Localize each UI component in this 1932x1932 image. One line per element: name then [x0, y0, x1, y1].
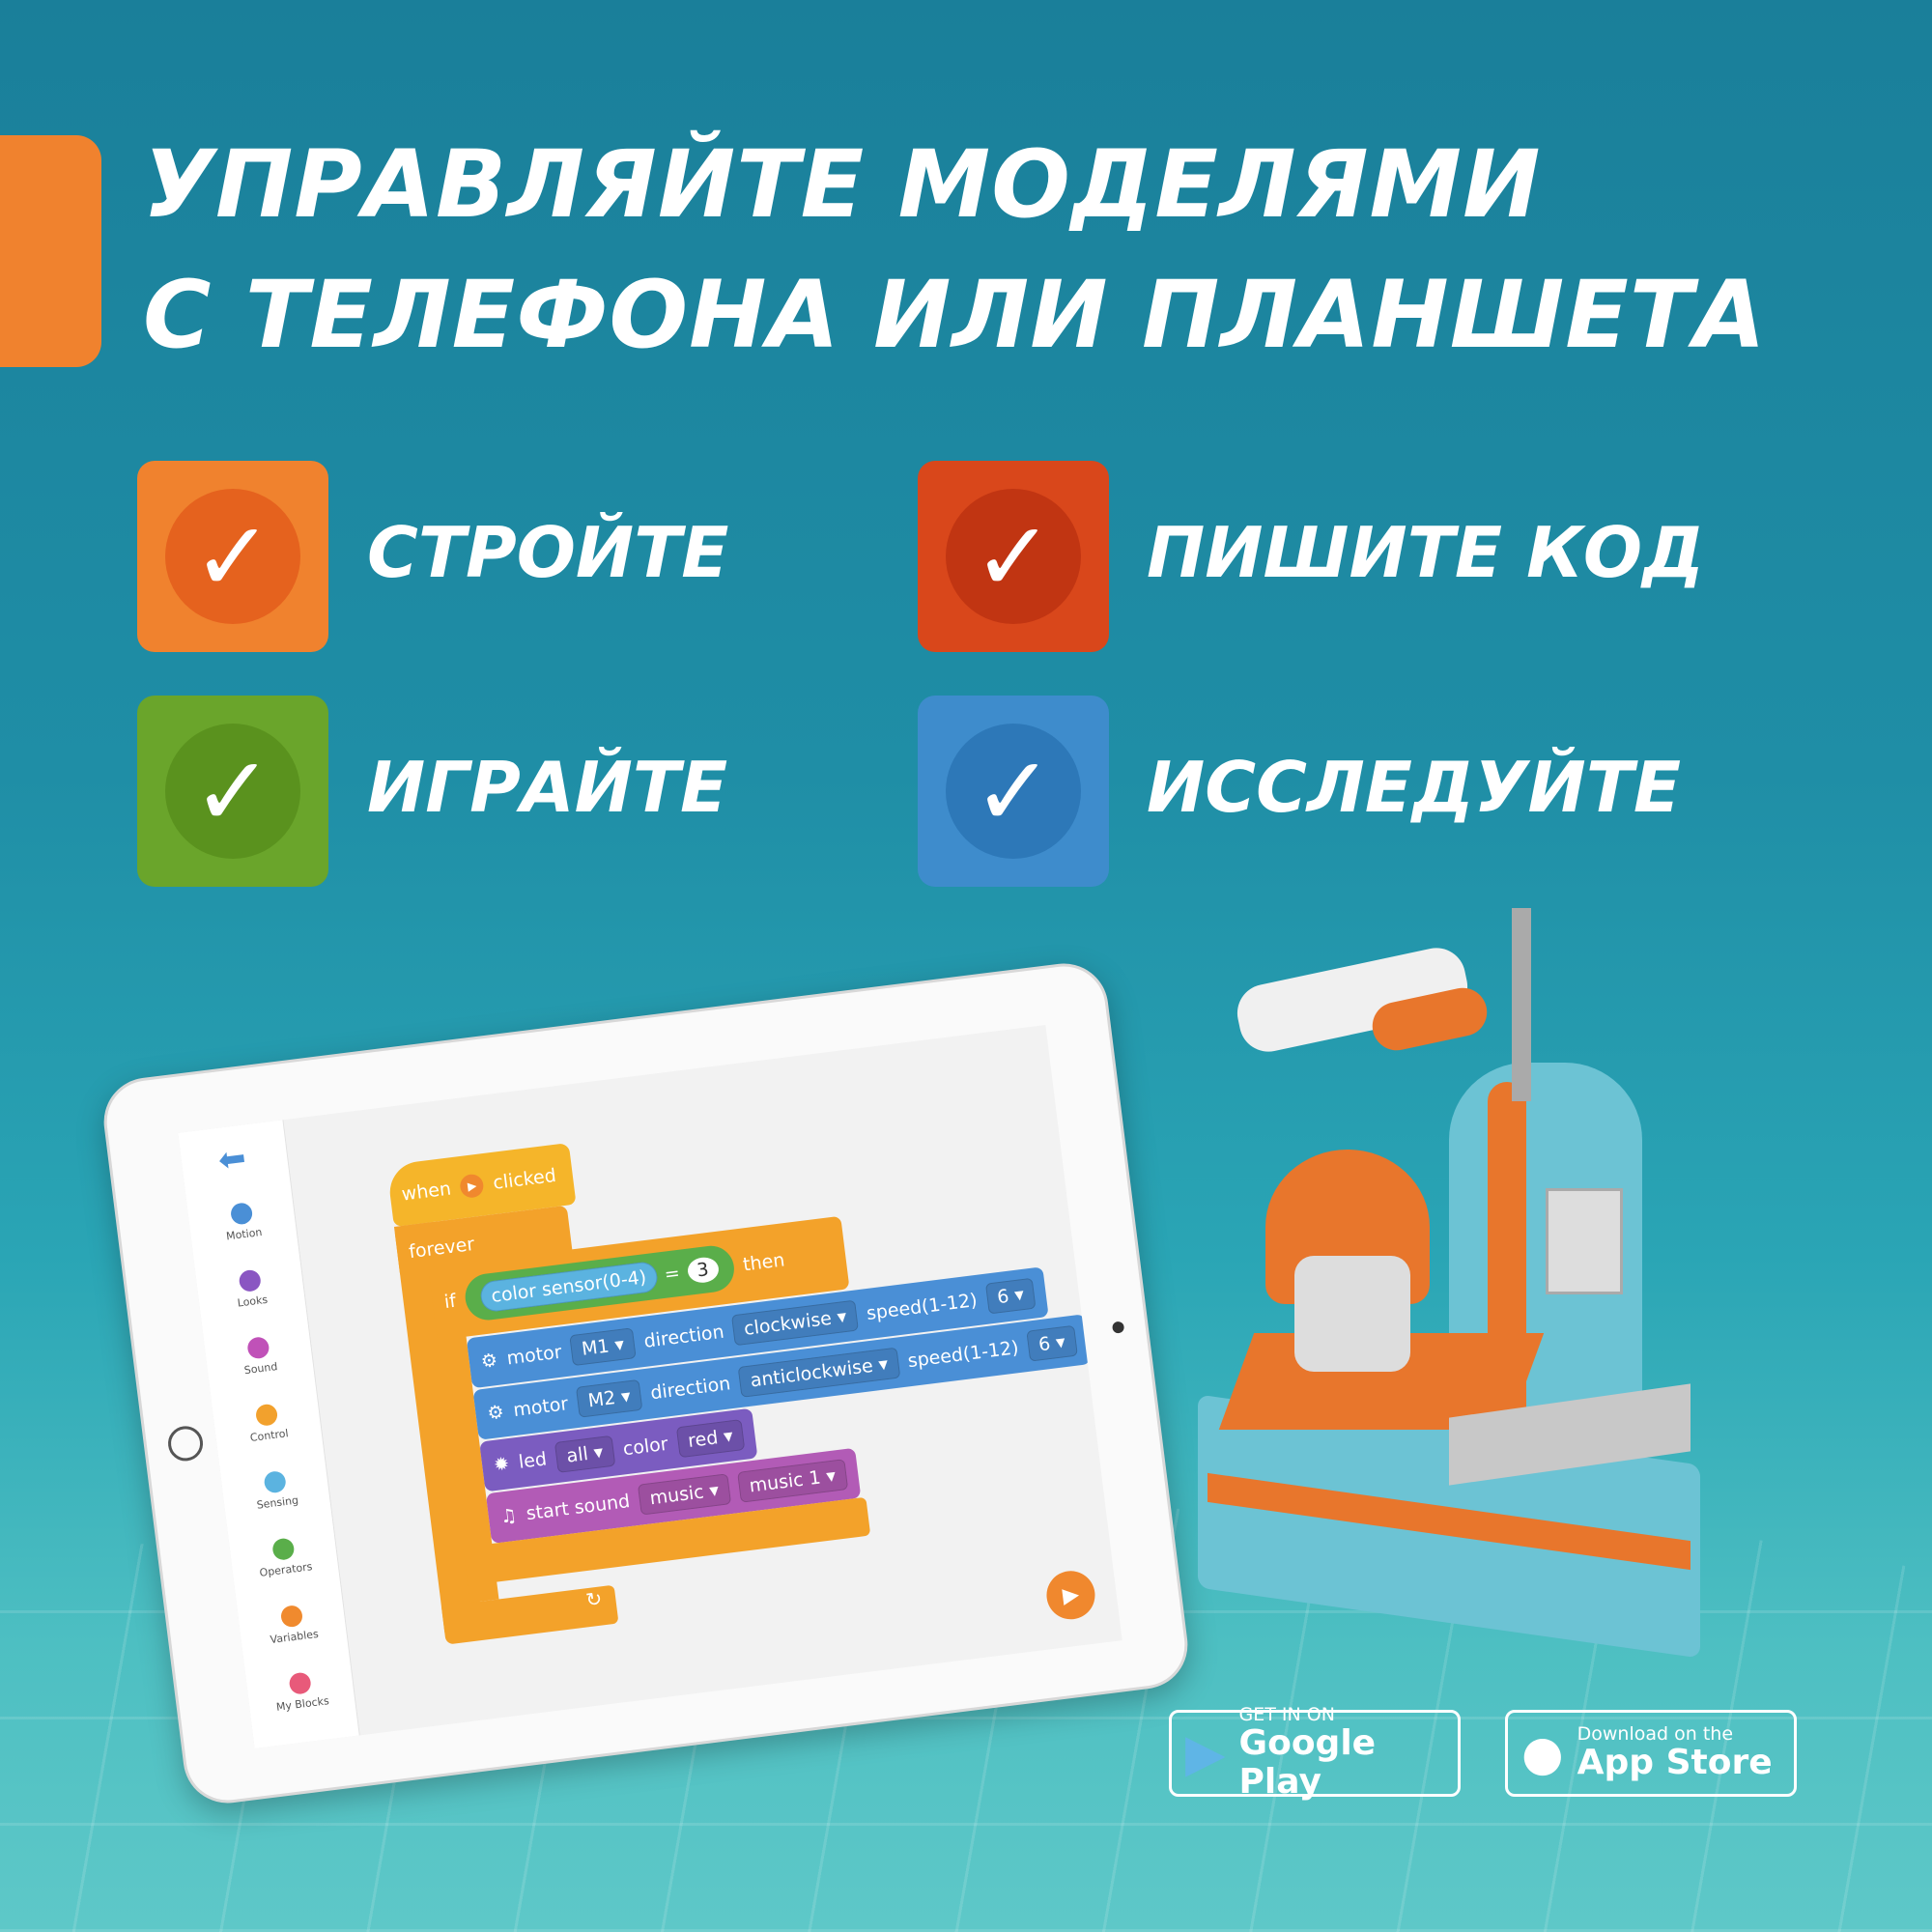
led-icon: ✹ — [492, 1453, 511, 1476]
category-motion[interactable]: Motion — [187, 1197, 298, 1247]
category-operators[interactable]: Operators — [229, 1532, 339, 1582]
feature-play-label: ИГРАЙТЕ — [367, 747, 728, 828]
app-store-button[interactable]: ● Download on the App Store — [1505, 1710, 1797, 1797]
feature-explore-label: ИССЛЕДУЙТЕ — [1147, 747, 1682, 828]
back-arrow-icon[interactable]: ⬅ — [216, 1139, 248, 1180]
check-icon: ✓ — [946, 724, 1081, 859]
script-area: when ▶ clicked forever if color sensor(0-4… — [178, 1025, 1091, 1645]
value-input: 3 — [686, 1255, 721, 1285]
run-button[interactable]: ▶ — [1043, 1568, 1098, 1623]
feature-build-label: СТРОЙТЕ — [367, 512, 729, 593]
category-sound[interactable]: Sound — [204, 1331, 314, 1381]
apple-icon: ● — [1521, 1725, 1564, 1781]
tablet: ⬅ Motion Looks Sound Control Sensing Ope… — [99, 958, 1193, 1808]
check-icon: ✓ — [165, 489, 300, 624]
headline-line-2: С ТЕЛЕФОНА ИЛИ ПЛАНШЕТА — [143, 261, 1767, 369]
accent-tab — [0, 135, 101, 367]
feature-code-label: ПИШИТЕ КОД — [1147, 512, 1705, 593]
coding-app-screen: ⬅ Motion Looks Sound Control Sensing Ope… — [178, 1025, 1122, 1748]
google-play-icon: ▶ — [1185, 1722, 1226, 1783]
music-note-icon: ♫ — [498, 1504, 519, 1528]
promo-banner: УПРАВЛЯЙТЕ МОДЕЛЯМИ С ТЕЛЕФОНА ИЛИ ПЛАНШ… — [0, 0, 1932, 1932]
motor-icon: ⚙ — [486, 1401, 505, 1425]
category-sensing[interactable]: Sensing — [221, 1465, 331, 1516]
category-control[interactable]: Control — [213, 1398, 323, 1448]
category-variables[interactable]: Variables — [238, 1599, 348, 1649]
category-looks[interactable]: Looks — [196, 1264, 306, 1314]
feature-code-tile: ✓ — [918, 461, 1109, 652]
check-icon: ✓ — [165, 724, 300, 859]
feature-build-tile: ✓ — [137, 461, 328, 652]
check-icon: ✓ — [946, 489, 1081, 624]
motor-icon: ⚙ — [479, 1349, 499, 1373]
camera — [1111, 1321, 1125, 1334]
flag-play-icon: ▶ — [459, 1173, 486, 1200]
category-my-blocks[interactable]: My Blocks — [246, 1666, 356, 1717]
color-sensor-reporter: color sensor(0-4) — [478, 1260, 659, 1314]
google-play-button[interactable]: ▶ GET IN ON Google Play — [1169, 1705, 1461, 1801]
category-sidebar: ⬅ Motion Looks Sound Control Sensing Ope… — [178, 1120, 360, 1748]
home-button — [165, 1424, 206, 1463]
feature-play-tile: ✓ — [137, 696, 328, 887]
feature-explore-tile: ✓ — [918, 696, 1109, 887]
headline-line-1: УПРАВЛЯЙТЕ МОДЕЛЯМИ — [143, 130, 1542, 239]
